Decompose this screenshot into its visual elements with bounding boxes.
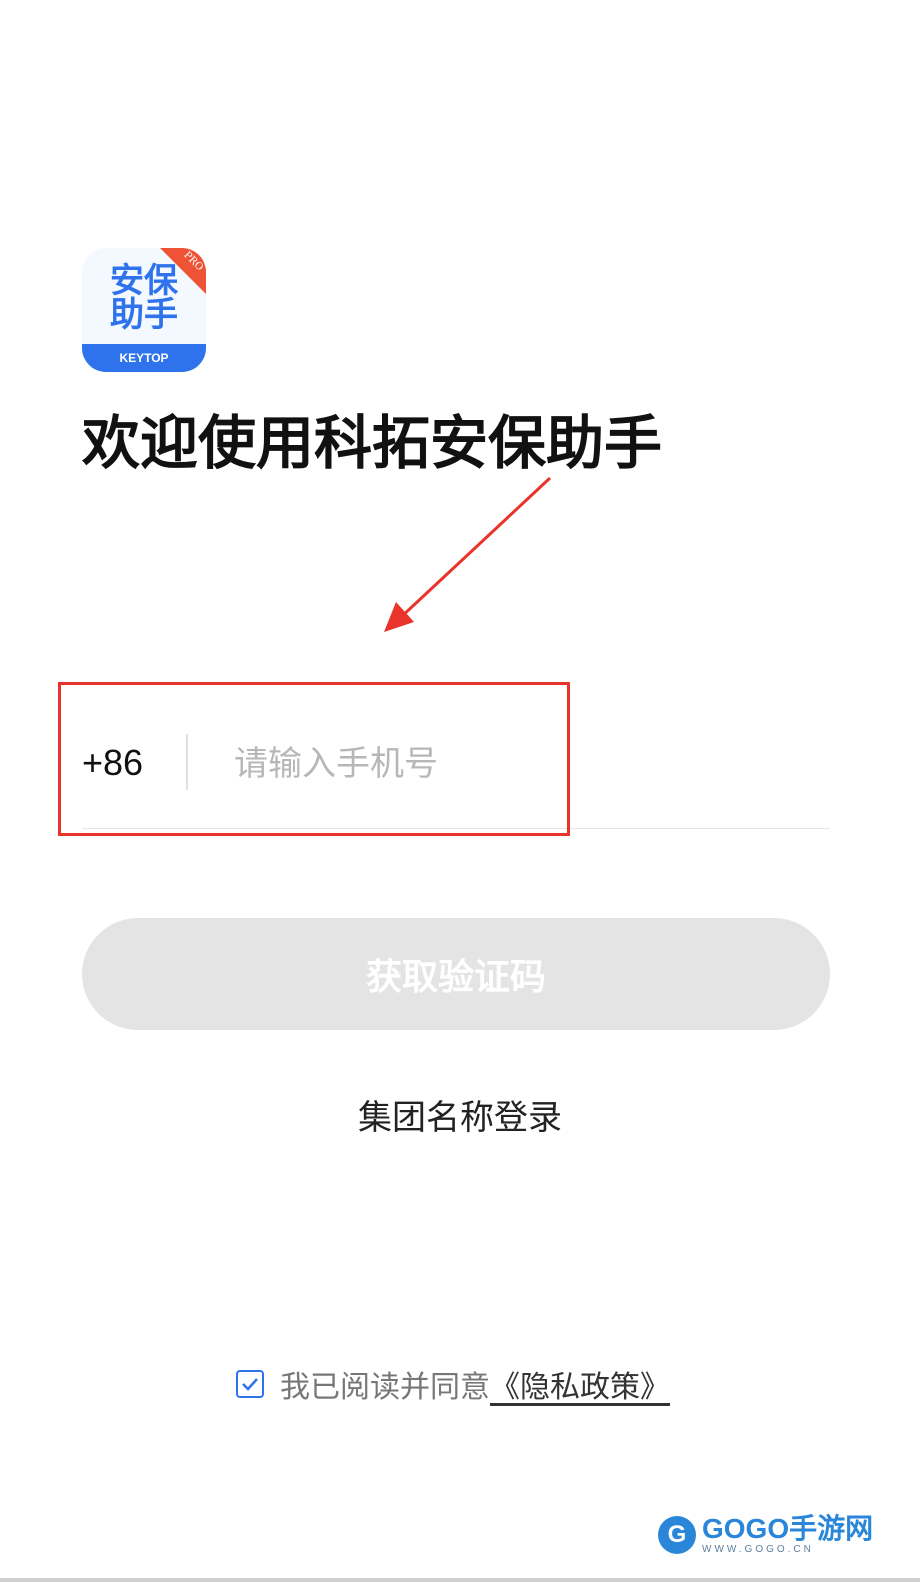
watermark-icon: G (658, 1515, 696, 1554)
watermark-url: WWW.GOGO.CN (702, 1544, 814, 1555)
page-title: 欢迎使用科拓安保助手 (82, 409, 663, 477)
agree-checkbox[interactable] (236, 1370, 264, 1398)
watermark-logo: G GOGO手游网 WWW.GOGO.CN (658, 1514, 873, 1555)
watermark-text: GOGO手游网 WWW.GOGO.CN (702, 1513, 874, 1556)
logo-text: 安保 助手 (82, 264, 206, 332)
check-icon (242, 1378, 258, 1391)
privacy-policy-link[interactable]: 《隐私政策》 (490, 1362, 670, 1406)
group-login-link[interactable]: 集团名称登录 (0, 1095, 920, 1141)
annotation-highlight-box (58, 682, 570, 836)
logo-band: KEYTOP (82, 344, 206, 372)
logo-line-1: 安保 (110, 261, 178, 301)
agreement: 我已阅读并同意 《隐私政策》 (236, 1362, 670, 1406)
logo-line-2: 助手 (110, 295, 178, 335)
bottom-bar (0, 1578, 920, 1582)
app-logo: PRO 安保 助手 KEYTOP (82, 248, 206, 372)
watermark-title: GOGO手游网 (702, 1513, 874, 1544)
get-code-button[interactable]: 获取验证码 (82, 918, 830, 1030)
arrow-pointer-icon (384, 476, 552, 632)
agreement-text: 我已阅读并同意 (280, 1370, 490, 1405)
